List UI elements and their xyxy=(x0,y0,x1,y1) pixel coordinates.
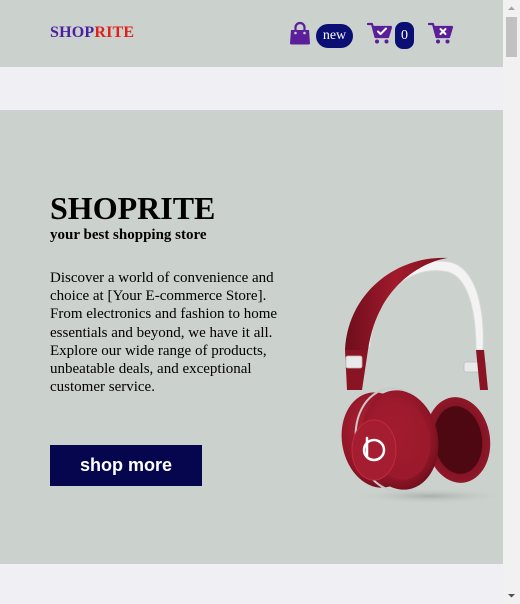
cart-check-icon[interactable] xyxy=(367,21,393,45)
hero-subtitle: your best shopping store xyxy=(50,227,207,243)
scrollbar-thumb[interactable] xyxy=(506,17,517,57)
logo[interactable]: SHOPRITE xyxy=(50,24,134,42)
logo-part-shop: SHOP xyxy=(50,24,95,41)
new-badge[interactable]: new xyxy=(316,24,353,48)
page: SHOPRITE new 0 SHOPRITE your best shoppi… xyxy=(0,0,520,604)
cart-count-badge[interactable]: 0 xyxy=(395,22,414,49)
scroll-up-arrow-icon[interactable] xyxy=(503,0,520,17)
scrollbar[interactable] xyxy=(503,0,520,604)
cart-remove-icon[interactable] xyxy=(428,21,454,45)
hero-section: SHOPRITE your best shopping store Discov… xyxy=(0,110,503,564)
hero-description: Discover a world of convenience and choi… xyxy=(50,270,278,396)
shopping-bag-icon[interactable] xyxy=(289,21,311,45)
scroll-down-arrow-icon[interactable] xyxy=(503,587,520,604)
logo-part-rite: RITE xyxy=(94,24,135,41)
shop-more-button[interactable]: shop more xyxy=(50,445,202,486)
headphones-image xyxy=(341,257,503,504)
header: SHOPRITE new 0 xyxy=(0,0,503,67)
hero-title: SHOPRITE xyxy=(50,190,216,226)
